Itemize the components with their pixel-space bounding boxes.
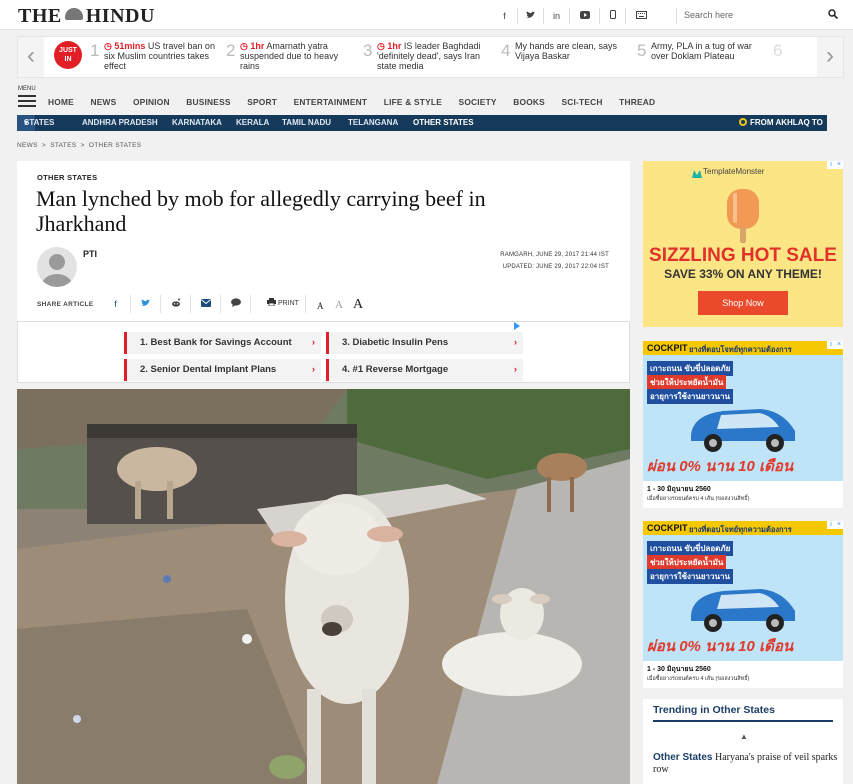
- trending-widget: Trending in Other States ▲ Other States …: [643, 699, 843, 784]
- cockpit-ad[interactable]: COCKPIT ยางที่ตอบโจทย์ทุกความต้องการ เกา…: [643, 521, 843, 688]
- nav-item-news[interactable]: NEWS: [90, 97, 116, 107]
- nav-item-business[interactable]: BUSINESS: [186, 97, 230, 107]
- cockpit-ad[interactable]: COCKPIT ยางที่ตอบโจทย์ทุกความต้องการ เกา…: [643, 341, 843, 508]
- nav-item-books[interactable]: BOOKS: [513, 97, 545, 107]
- subnav-item-other-states[interactable]: OTHER STATES: [413, 115, 474, 131]
- states-subnav: STATES ▾ ANDHRA PRADESH KARNATAKA KERALA…: [17, 115, 827, 131]
- article-header: OTHER STATES Man lynched by mob for alle…: [17, 161, 630, 321]
- linkedin-icon[interactable]: in: [544, 8, 570, 24]
- sponsored-links: 1. Best Bank for Savings Account › 3. Dia…: [17, 321, 630, 383]
- breadcrumb: NEWS > STATES > OTHER STATES: [17, 142, 142, 149]
- share-twitter-icon[interactable]: [131, 295, 161, 313]
- template-monster-ad[interactable]: i × TemplateMonster SIZZLING HOT SALE SA…: [643, 161, 843, 327]
- search-input[interactable]: Search here: [682, 6, 842, 24]
- subnav-item-telangana[interactable]: TELANGANA: [348, 115, 398, 131]
- just-in-strip: ‹ JUST IN 1 ◷ 51mins US travel ban on six…: [17, 36, 844, 78]
- states-dropdown[interactable]: STATES ▾: [17, 115, 54, 131]
- nav-item-thread[interactable]: THREAD: [619, 97, 655, 107]
- author-name[interactable]: PTI: [83, 249, 97, 259]
- menu-label: MENU: [18, 86, 36, 92]
- car-icon: [691, 589, 795, 632]
- top-header: THE HINDU f in Search here: [0, 0, 853, 30]
- article-title: Man lynched by mob for allegedly carryin…: [36, 186, 486, 236]
- scroll-up-icon[interactable]: ▲: [740, 732, 748, 741]
- breadcrumb-other-states[interactable]: OTHER STATES: [89, 142, 141, 149]
- popsicle-icon: [727, 189, 759, 243]
- dateline: RAMGARH, JUNE 29, 2017 21:44 IST UPDATED…: [500, 252, 609, 270]
- ad-subline: SAVE 33% ON ANY THEME!: [664, 267, 822, 281]
- nav-item-entertainment[interactable]: ENTERTAINMENT: [294, 97, 368, 107]
- trending-item[interactable]: Other States Haryana's praise of veil sp…: [653, 752, 838, 776]
- share-email-icon[interactable]: [191, 295, 221, 313]
- ad-link[interactable]: 1. Best Bank for Savings Account ›: [124, 332, 321, 354]
- twitter-icon[interactable]: [518, 8, 544, 24]
- just-in-badge: JUST IN: [54, 41, 82, 69]
- ad-headline: SIZZLING HOT SALE: [649, 245, 837, 266]
- ad-link[interactable]: 3. Diabetic Insulin Pens ›: [326, 332, 523, 354]
- divider: [676, 8, 677, 24]
- breadcrumb-states[interactable]: STATES: [50, 142, 76, 149]
- share-label: SHARE ARTICLE: [37, 301, 94, 308]
- shop-now-button[interactable]: Shop Now: [698, 291, 788, 315]
- font-size-large-button[interactable]: A: [353, 297, 363, 313]
- font-size-medium-button[interactable]: A: [335, 299, 343, 311]
- trending-heading: Trending in Other States: [653, 704, 775, 716]
- facebook-icon[interactable]: f: [492, 8, 518, 24]
- adchoices-icon[interactable]: [513, 322, 521, 330]
- nav-item-society[interactable]: SOCIETY: [459, 97, 497, 107]
- ad-link[interactable]: 2. Senior Dental Implant Plans ›: [124, 359, 321, 381]
- youtube-icon[interactable]: [570, 8, 600, 24]
- ad-info-icon[interactable]: i: [827, 521, 835, 529]
- mobile-icon[interactable]: [600, 8, 626, 24]
- ad-info-icon[interactable]: i: [827, 161, 835, 169]
- nav-item-sport[interactable]: SPORT: [247, 97, 277, 107]
- subnav-item-karnataka[interactable]: KARNATAKA: [172, 115, 222, 131]
- subnav-item-tamil-nadu[interactable]: TAMIL NADU: [282, 115, 331, 131]
- article-photo: [17, 389, 630, 784]
- ad-close-icon[interactable]: ×: [835, 341, 843, 349]
- comment-icon[interactable]: [221, 295, 251, 313]
- subnav-item-andhra-pradesh[interactable]: ANDHRA PRADESH: [82, 115, 158, 131]
- next-arrow-icon[interactable]: ›: [817, 37, 843, 77]
- avatar: [37, 247, 77, 287]
- print-button[interactable]: PRINT: [267, 295, 306, 313]
- nav-item-opinion[interactable]: OPINION: [133, 97, 170, 107]
- ad-close-icon[interactable]: ×: [835, 161, 843, 169]
- site-logo[interactable]: THE HINDU: [18, 5, 155, 28]
- subnav-item-kerala[interactable]: KERALA: [236, 115, 269, 131]
- emblem-icon: [64, 8, 83, 20]
- hamburger-icon[interactable]: [18, 95, 36, 107]
- car-icon: [691, 409, 795, 452]
- ticker[interactable]: FROM AKHLAQ TO: [735, 115, 827, 131]
- breadcrumb-news[interactable]: NEWS: [17, 142, 38, 149]
- template-monster-logo-icon: [692, 170, 702, 178]
- share-reddit-icon[interactable]: [161, 295, 191, 313]
- share-facebook-icon[interactable]: f: [101, 295, 131, 313]
- prev-arrow-icon[interactable]: ‹: [18, 37, 44, 77]
- nav-item-life-style[interactable]: LIFE & STYLE: [384, 97, 442, 107]
- print-icon: [267, 298, 276, 307]
- ticker-icon: [739, 118, 747, 126]
- divider: [653, 720, 833, 722]
- keyboard-icon[interactable]: [626, 8, 656, 24]
- article-section[interactable]: OTHER STATES: [37, 173, 97, 182]
- ad-info-icon[interactable]: i: [827, 341, 835, 349]
- ad-link[interactable]: 4. #1 Reverse Mortgage ›: [326, 359, 523, 381]
- nav-item-sci-tech[interactable]: SCI-TECH: [561, 97, 602, 107]
- main-nav: HOME NEWS OPINION BUSINESS SPORT ENTERTA…: [48, 97, 669, 107]
- nav-item-home[interactable]: HOME: [48, 97, 74, 107]
- search-icon[interactable]: [828, 9, 838, 19]
- ad-close-icon[interactable]: ×: [835, 521, 843, 529]
- font-size-small-button[interactable]: A: [317, 301, 324, 311]
